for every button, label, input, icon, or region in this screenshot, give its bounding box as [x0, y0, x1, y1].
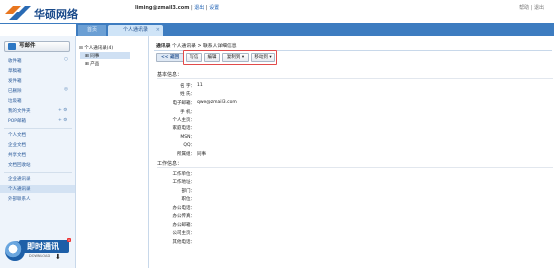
- field-label: 办公传真：: [172, 214, 196, 219]
- tab-bar: 首页 个人通讯录 ×: [76, 24, 554, 36]
- tree-root[interactable]: ⊟ 个人通讯录(4): [79, 45, 113, 51]
- sign-out-link[interactable]: 退出: [534, 5, 544, 11]
- settings-link[interactable]: 设置: [209, 5, 219, 11]
- help-link[interactable]: 帮助: [519, 5, 529, 11]
- copy-to-button[interactable]: 复制到 ▾: [222, 53, 249, 62]
- sidebar: 写邮件 收件箱 ○ 草稿箱 发件箱 已删除 ◎ 垃圾箱 我的文件夹 + ⚙ PO…: [0, 36, 76, 268]
- folder-controls[interactable]: + ⚙: [58, 108, 67, 113]
- im-download-widget[interactable]: 即时通讯 DOWNLOAD ⬇ ×: [3, 238, 71, 264]
- field-label: MSN：: [180, 135, 195, 140]
- clear-icon[interactable]: ◎: [64, 87, 68, 92]
- tab-personal-contacts[interactable]: 个人通讯录 ×: [108, 25, 163, 36]
- top-right-links: 帮助 | 退出: [519, 4, 544, 11]
- move-to-button[interactable]: 移动到 ▾: [251, 53, 275, 62]
- separator: |: [191, 5, 193, 11]
- sidebar-item-company-docs[interactable]: 企业文档: [8, 142, 26, 148]
- tab-label: 个人通讯录: [122, 27, 148, 33]
- contact-detail-panel: 通讯录 个人通讯录 > 联系人详细信息 << 返回 写信 编辑 复制到 ▾ 移动…: [149, 36, 554, 268]
- field-label: 个人主页：: [172, 118, 196, 123]
- work-info-heading: 工作信息：: [157, 161, 183, 167]
- sidebar-item-drafts[interactable]: 草稿箱: [8, 68, 22, 74]
- field-label: 姓 氏：: [180, 92, 195, 97]
- pop-controls[interactable]: + ⚙: [58, 118, 67, 123]
- field-label: 其他电话：: [172, 240, 196, 245]
- header: 华硕网络 liming@zmail3.com | 退出 | 设置 帮助 | 退出: [0, 0, 554, 24]
- sidebar-item-my-folders[interactable]: 我的文件夹: [8, 108, 31, 114]
- page-title: 通讯录: [156, 44, 171, 49]
- group-value: 同事: [197, 152, 206, 157]
- field-label: 名 字：: [180, 84, 195, 89]
- back-button[interactable]: << 返回: [156, 53, 184, 62]
- group-icon: ⊞: [85, 54, 89, 59]
- field-label: 所属组：: [177, 152, 195, 157]
- field-label: 家庭电话：: [172, 126, 196, 131]
- sidebar-item-sent[interactable]: 发件箱: [8, 78, 22, 84]
- user-email: liming@zmail3.com: [135, 5, 190, 11]
- close-icon[interactable]: ×: [67, 238, 71, 242]
- im-title: 即时通讯: [27, 242, 59, 251]
- breadcrumb: 通讯录 个人通讯录 > 联系人详细信息: [156, 42, 237, 49]
- sidebar-item-deleted[interactable]: 已删除: [8, 88, 22, 94]
- refresh-icon[interactable]: ○: [64, 57, 68, 62]
- sidebar-item-inbox[interactable]: 收件箱: [8, 58, 22, 64]
- logo: [3, 3, 33, 22]
- write-mail-button[interactable]: 写信: [186, 53, 202, 62]
- divider: [4, 128, 72, 129]
- breadcrumb-path: 个人通讯录 > 联系人详细信息: [171, 44, 237, 49]
- collapse-icon[interactable]: ⊟: [79, 46, 83, 51]
- email-value[interactable]: qwe@zmail3.com: [197, 100, 237, 105]
- sidebar-item-shared-docs[interactable]: 共享文档: [8, 152, 26, 158]
- field-label: 工作单位：: [172, 172, 196, 177]
- field-label: 部门：: [181, 189, 196, 194]
- tree-node-colleagues[interactable]: ⊞ 同事: [85, 53, 99, 59]
- download-arrow-icon: ⬇: [55, 253, 61, 261]
- compose-label: 写邮件: [19, 43, 36, 49]
- field-label: 公司主页：: [172, 231, 196, 236]
- tab-home[interactable]: 首页: [78, 25, 106, 36]
- close-icon[interactable]: ×: [156, 25, 160, 36]
- tree-root-label: 个人通讯录(4): [84, 46, 114, 51]
- field-label: 办公电话：: [172, 206, 196, 211]
- divider: [157, 78, 553, 79]
- field-label: 手 机：: [180, 110, 195, 115]
- field-label: QQ：: [183, 143, 195, 148]
- field-label: 办公邮箱：: [172, 223, 196, 228]
- sidebar-item-personal-contacts[interactable]: 个人通讯录: [8, 186, 31, 192]
- tree-node-label: 同事: [90, 54, 100, 59]
- field-label: 职位：: [181, 197, 196, 202]
- sidebar-item-doc-recycle[interactable]: 文档回收站: [8, 162, 31, 168]
- divider: [4, 172, 72, 173]
- im-logo-icon: [5, 241, 25, 261]
- divider: [157, 167, 553, 168]
- sidebar-item-external-contacts[interactable]: 外部联系人: [8, 196, 31, 202]
- user-info: liming@zmail3.com | 退出 | 设置: [135, 4, 219, 11]
- group-icon: ⊞: [85, 62, 89, 67]
- sidebar-item-spam[interactable]: 垃圾箱: [8, 98, 22, 104]
- compose-icon: [8, 43, 16, 50]
- compose-button[interactable]: 写邮件: [4, 41, 70, 52]
- im-download-label: DOWNLOAD: [29, 254, 51, 258]
- sidebar-item-personal-docs[interactable]: 个人文档: [8, 132, 26, 138]
- separator: |: [530, 5, 533, 11]
- field-label: 工作地址：: [172, 180, 196, 185]
- tree-node-label: 产品: [90, 62, 100, 67]
- logout-link[interactable]: 退出: [194, 5, 204, 11]
- separator: |: [205, 5, 208, 11]
- sidebar-item-pop[interactable]: POP邮箱: [8, 118, 26, 124]
- contact-tree: ⊟ 个人通讯录(4) ⊞ 同事 ⊞ 产品: [76, 36, 149, 268]
- basic-info-heading: 基本信息：: [157, 72, 183, 78]
- first-name-value: 11: [197, 83, 203, 88]
- tree-node-products[interactable]: ⊞ 产品: [85, 61, 99, 67]
- field-label: 电子邮箱：: [172, 101, 196, 106]
- edit-button[interactable]: 编辑: [204, 53, 220, 62]
- sidebar-item-company-contacts[interactable]: 企业通讯录: [8, 176, 31, 182]
- brand-name: 华硕网络: [34, 8, 78, 21]
